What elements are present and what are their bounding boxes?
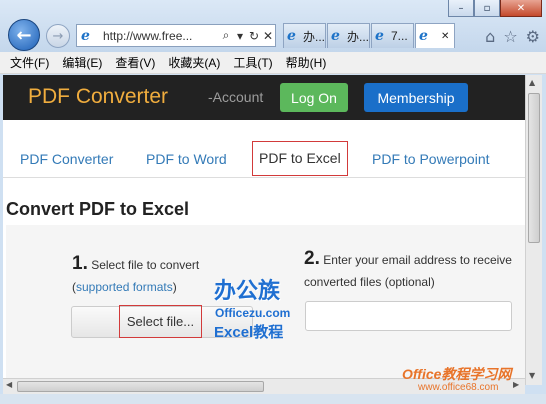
paren-close: )	[172, 280, 177, 294]
step-1-number: 1.	[72, 253, 88, 274]
page-viewport: PDF Converter -Account Log On Membership…	[3, 75, 525, 385]
menu-file[interactable]: 文件(F)	[10, 54, 49, 71]
menu-view[interactable]: 查看(V)	[115, 54, 155, 71]
minimize-button[interactable]: –	[448, 0, 474, 17]
tab-pdf-converter[interactable]: PDF Converter	[20, 151, 113, 167]
scroll-down-icon[interactable]: ▼	[529, 371, 535, 380]
log-on-button[interactable]: Log On	[280, 83, 348, 112]
menu-help[interactable]: 帮助(H)	[286, 54, 327, 71]
email-input[interactable]	[305, 301, 512, 331]
watermark-excel: Excel教程	[214, 324, 284, 341]
settings-gear-icon[interactable]: ⚙	[526, 27, 540, 46]
step-1-label: 1. Select file to convert	[72, 253, 199, 275]
tab-close-icon[interactable]: ✕	[441, 31, 449, 42]
menu-edit[interactable]: 编辑(E)	[62, 54, 102, 71]
page-title: Convert PDF to Excel	[6, 199, 190, 219]
tab-pdf-to-excel[interactable]: PDF to Excel	[252, 141, 348, 176]
browser-tab[interactable]: e 7...	[371, 23, 414, 48]
favorites-star-icon[interactable]: ☆	[503, 27, 517, 46]
vertical-scrollbar[interactable]: ▲ ▼	[525, 75, 542, 385]
watermark-site: Officezu.com	[215, 306, 291, 320]
refresh-icon[interactable]: ↻	[247, 29, 261, 43]
site-navbar: PDF Converter -Account Log On Membership	[3, 75, 525, 120]
forward-button[interactable]: →	[46, 24, 70, 48]
supported-formats-link[interactable]: supported formats	[76, 280, 173, 294]
tab-pdf-to-word[interactable]: PDF to Word	[146, 151, 227, 167]
dropdown-icon[interactable]: ▾	[233, 29, 247, 43]
scroll-left-icon[interactable]: ◀	[6, 380, 12, 389]
ie-page-icon: e	[419, 28, 428, 44]
menu-bar: 文件(F) 编辑(E) 查看(V) 收藏夹(A) 工具(T) 帮助(H)	[0, 52, 546, 74]
supported-formats-line: (supported formats)	[72, 280, 177, 294]
tab-pdf-to-powerpoint[interactable]: PDF to Powerpoint	[372, 151, 490, 167]
site-brand[interactable]: PDF Converter	[28, 85, 168, 109]
browser-tab-label: 办...	[346, 29, 369, 44]
address-url[interactable]: http://www.free...	[103, 29, 219, 43]
scroll-up-icon[interactable]: ▲	[529, 78, 535, 87]
watermark-corner-url: www.office68.com	[418, 382, 499, 393]
status-bar	[0, 394, 546, 404]
browser-tab[interactable]: e 办...	[283, 23, 326, 48]
membership-button[interactable]: Membership	[364, 83, 468, 112]
step-2-text: Enter your email address to receive conv…	[304, 253, 512, 289]
horizontal-scroll-thumb[interactable]	[17, 381, 264, 392]
search-icon[interactable]: ⌕	[219, 28, 233, 43]
browser-tabs: e 办... e 办... e 7... e ✕	[283, 23, 480, 48]
browser-tab-active[interactable]: e ✕	[415, 23, 455, 48]
account-link[interactable]: -Account	[208, 89, 263, 105]
address-bar[interactable]: e http://www.free... ⌕ ▾ ↻ ✕	[76, 24, 276, 47]
browser-tab-label: 办...	[302, 29, 325, 44]
ie-page-icon: e	[81, 27, 90, 44]
vertical-scroll-thumb[interactable]	[528, 93, 540, 243]
menu-tools[interactable]: 工具(T)	[233, 54, 272, 71]
window-controls: – ▫ ✕	[448, 0, 542, 17]
chrome-toolbar-icons: ⌂ ☆ ⚙	[485, 27, 540, 46]
scroll-right-icon[interactable]: ▶	[513, 380, 519, 389]
close-window-button[interactable]: ✕	[500, 0, 542, 17]
ie-page-icon: e	[331, 28, 340, 44]
maximize-button[interactable]: ▫	[474, 0, 500, 17]
step-1-text: Select file to convert	[91, 258, 200, 272]
menu-favorites[interactable]: 收藏夹(A)	[168, 54, 220, 71]
ie-page-icon: e	[287, 28, 296, 44]
watermark-corner: Office教程学习网	[402, 366, 512, 382]
stop-icon[interactable]: ✕	[261, 29, 275, 43]
browser-tab-label: 7...	[391, 29, 408, 43]
back-button[interactable]: ←	[8, 19, 40, 51]
step-2-label: 2. Enter your email address to receive c…	[304, 248, 519, 293]
home-icon[interactable]: ⌂	[485, 27, 495, 46]
browser-tab[interactable]: e 办...	[327, 23, 370, 48]
select-file-label[interactable]: Select file...	[119, 305, 202, 338]
browser-chrome: – ▫ ✕ ← → e http://www.free... ⌕ ▾ ↻ ✕ e…	[0, 0, 546, 52]
new-tab-button[interactable]	[456, 23, 480, 48]
watermark-logo: 办公族	[214, 278, 281, 303]
step-2-number: 2.	[304, 248, 320, 269]
ie-page-icon: e	[375, 28, 384, 44]
